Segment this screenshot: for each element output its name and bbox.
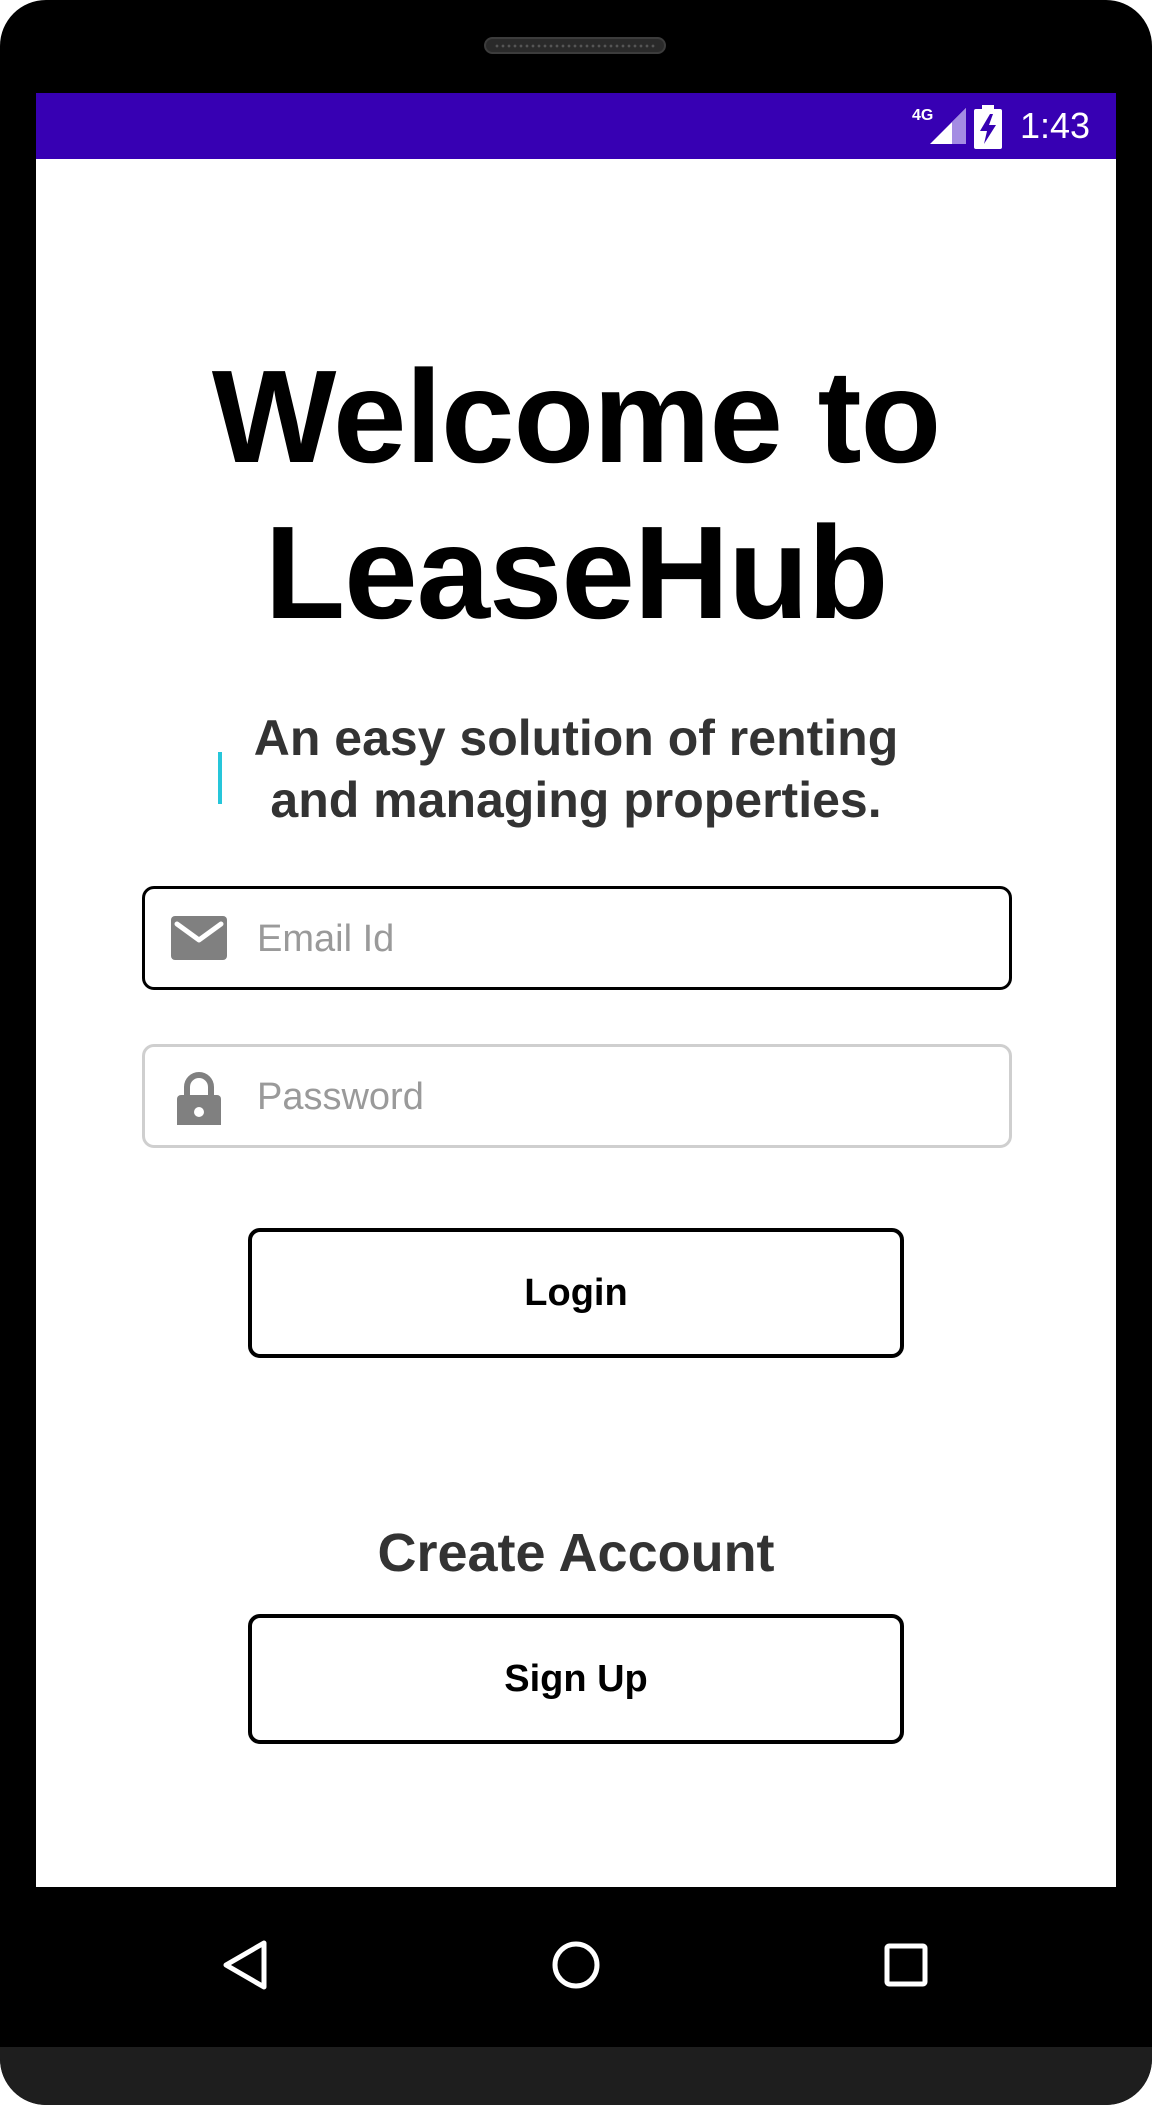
nav-home-button[interactable] <box>536 1925 616 2005</box>
status-bar: 4G 1:43 <box>36 93 1116 159</box>
welcome-title-line1: Welcome to <box>211 343 941 490</box>
welcome-subtitle-line1: An easy solution of renting <box>253 710 899 766</box>
home-circle-icon <box>552 1941 600 1989</box>
password-field[interactable] <box>142 1044 1012 1148</box>
login-button[interactable]: Login <box>248 1228 904 1358</box>
email-icon <box>171 916 227 960</box>
earpiece-speaker <box>484 37 666 54</box>
text-cursor <box>218 752 222 804</box>
lock-icon <box>177 1072 221 1125</box>
recents-square-icon <box>884 1943 928 1987</box>
nav-back-button[interactable] <box>205 1925 285 2005</box>
device-bottom-bezel <box>0 2047 1152 2105</box>
login-screen: Welcome to LeaseHub An easy solution of … <box>36 159 1116 1887</box>
email-field[interactable] <box>142 886 1012 990</box>
welcome-subtitle: An easy solution of renting and managing… <box>36 707 1116 831</box>
email-input[interactable] <box>257 909 977 969</box>
network-type: 4G <box>912 107 934 124</box>
system-navigation-bar <box>0 1887 1152 2047</box>
back-triangle-icon <box>223 1940 267 1990</box>
welcome-subtitle-line2: and managing properties. <box>270 772 882 828</box>
welcome-title-line2: LeaseHub <box>264 499 889 646</box>
sign-up-button[interactable]: Sign Up <box>248 1614 904 1744</box>
welcome-title: Welcome to LeaseHub <box>36 339 1116 651</box>
create-account-heading: Create Account <box>377 1523 775 1583</box>
phone-frame: 4G 1:43 Welcome to LeaseHub An easy solu… <box>0 0 1152 2105</box>
battery-charging-icon <box>974 105 1002 149</box>
nav-recents-button[interactable] <box>866 1925 946 2005</box>
status-time: 1:43 <box>1020 105 1091 146</box>
password-input[interactable] <box>257 1067 977 1127</box>
